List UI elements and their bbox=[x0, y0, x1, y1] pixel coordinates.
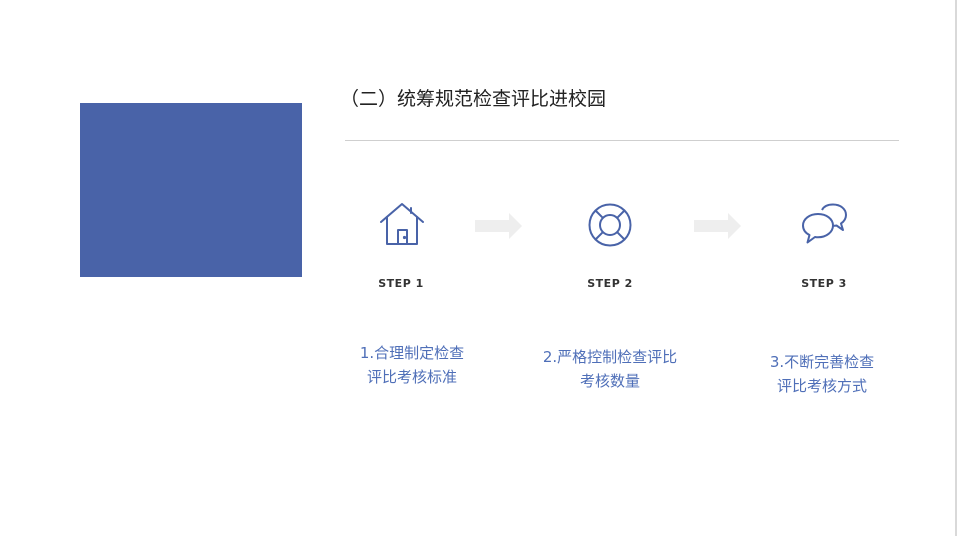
step-1-desc-line2: 评比考核标准 bbox=[366, 368, 457, 386]
step-3-label: STEP 3 bbox=[801, 277, 847, 290]
step-2-description: 2.严格控制检查评比 考核数量 bbox=[530, 345, 690, 393]
step-1-desc-line1: 1.合理制定检查 bbox=[359, 344, 465, 362]
chat-bubbles-icon bbox=[802, 203, 847, 244]
title-divider bbox=[345, 140, 899, 141]
step-3-desc-line1: 3.不断完善检查 bbox=[769, 353, 875, 371]
step-2-desc-line1: 2.严格控制检查评比 bbox=[542, 348, 678, 366]
step-2-label: STEP 2 bbox=[587, 277, 633, 290]
step-3-description: 3.不断完善检查 评比考核方式 bbox=[742, 350, 902, 398]
arrow-right-icon bbox=[475, 213, 522, 239]
house-icon bbox=[380, 203, 424, 245]
lifebuoy-icon bbox=[588, 203, 632, 247]
step-2-desc-line2: 考核数量 bbox=[579, 372, 640, 390]
arrow-right-icon bbox=[694, 213, 741, 239]
step-3-desc-line2: 评比考核方式 bbox=[776, 377, 867, 395]
slide-title: （二）统筹规范检查评比进校园 bbox=[340, 88, 607, 110]
step-1-description: 1.合理制定检查 评比考核标准 bbox=[332, 341, 492, 389]
step-1-label: STEP 1 bbox=[378, 277, 424, 290]
image-placeholder bbox=[80, 103, 302, 277]
